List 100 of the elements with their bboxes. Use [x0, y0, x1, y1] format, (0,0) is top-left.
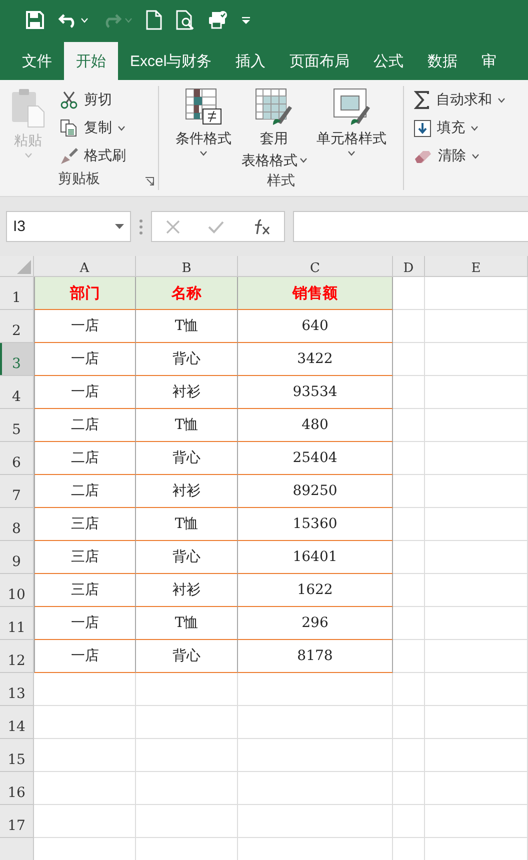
- ribbon-button[interactable]: 剪切: [56, 86, 130, 114]
- ribbon-button[interactable]: 填充: [410, 114, 509, 142]
- ribbon-tab[interactable]: 文件: [10, 42, 64, 80]
- cell-style-icon[interactable]: [332, 88, 370, 126]
- grid-cell[interactable]: [425, 772, 528, 805]
- grid-cell[interactable]: [238, 739, 393, 772]
- row-header[interactable]: 17: [0, 805, 34, 838]
- grid-cell[interactable]: [136, 772, 238, 805]
- grid-cell[interactable]: [425, 376, 528, 409]
- row-header[interactable]: 13: [0, 673, 34, 706]
- table-style-icon[interactable]: [255, 88, 293, 126]
- name-box[interactable]: I3: [6, 211, 131, 242]
- row-header[interactable]: 3: [0, 343, 34, 376]
- ribbon-button[interactable]: 复制: [56, 114, 130, 142]
- grid-cell[interactable]: [393, 772, 425, 805]
- grid-cell[interactable]: [393, 343, 425, 376]
- grid-cell[interactable]: [393, 739, 425, 772]
- ribbon-button[interactable]: 条件格式: [172, 86, 236, 172]
- grid-cell[interactable]: [425, 673, 528, 706]
- grid-cell[interactable]: [425, 541, 528, 574]
- grid-cell[interactable]: [393, 541, 425, 574]
- select-all-icon[interactable]: [17, 260, 31, 274]
- grid-cell[interactable]: [425, 640, 528, 673]
- ribbon-button[interactable]: 单元格样式: [312, 86, 390, 172]
- grid-cell[interactable]: [393, 277, 425, 310]
- grid-cell[interactable]: [34, 706, 136, 739]
- grid-cell[interactable]: [425, 277, 528, 310]
- grid-cell[interactable]: [238, 772, 393, 805]
- eraser-icon[interactable]: [414, 148, 432, 164]
- printer-icon[interactable]: [208, 11, 228, 29]
- ribbon-tab[interactable]: 审: [470, 42, 509, 80]
- grid-cell[interactable]: [393, 640, 425, 673]
- column-header[interactable]: E: [425, 256, 528, 277]
- sigma-icon[interactable]: [414, 91, 430, 109]
- column-header[interactable]: C: [238, 256, 393, 277]
- ribbon-button[interactable]: 套用 表格格式: [238, 86, 310, 172]
- ribbon-button[interactable]: 自动求和: [410, 86, 509, 114]
- grid-cell[interactable]: [136, 805, 238, 838]
- row-header[interactable]: 11: [0, 607, 34, 640]
- grid-cell[interactable]: [393, 508, 425, 541]
- grid-cell[interactable]: [425, 706, 528, 739]
- grid-cell[interactable]: [425, 409, 528, 442]
- ribbon-tab[interactable]: 公式: [362, 42, 416, 80]
- ribbon-button[interactable]: 格式刷: [56, 142, 130, 170]
- conditional-format-icon[interactable]: [184, 88, 222, 126]
- row-header[interactable]: 5: [0, 409, 34, 442]
- scissors-icon[interactable]: [60, 91, 78, 109]
- row-header[interactable]: 15: [0, 739, 34, 772]
- fill-down-icon[interactable]: [414, 120, 431, 136]
- grid-cell[interactable]: [393, 706, 425, 739]
- grid-cell[interactable]: [136, 706, 238, 739]
- row-header[interactable]: 14: [0, 706, 34, 739]
- row-header[interactable]: 7: [0, 475, 34, 508]
- row-header[interactable]: 9: [0, 541, 34, 574]
- row-header[interactable]: 4: [0, 376, 34, 409]
- row-header[interactable]: 10: [0, 574, 34, 607]
- grid-cell[interactable]: [393, 574, 425, 607]
- grid-cell[interactable]: [425, 310, 528, 343]
- grid-cell[interactable]: [393, 376, 425, 409]
- grid-cell[interactable]: [238, 673, 393, 706]
- grid-cell[interactable]: [425, 508, 528, 541]
- grid-cell[interactable]: [425, 739, 528, 772]
- row-header[interactable]: 8: [0, 508, 34, 541]
- insert-function-icon[interactable]: [252, 218, 270, 234]
- ribbon-tab[interactable]: 插入: [224, 42, 278, 80]
- grid-cell[interactable]: [34, 772, 136, 805]
- grid-cell[interactable]: [136, 739, 238, 772]
- grid-cell[interactable]: [238, 706, 393, 739]
- dropdown-icon[interactable]: [115, 224, 124, 229]
- dialog-launcher-icon[interactable]: [145, 177, 154, 186]
- column-header[interactable]: B: [136, 256, 238, 277]
- grid-cell[interactable]: [238, 805, 393, 838]
- grid-cell[interactable]: [393, 607, 425, 640]
- ribbon-button[interactable]: 清除: [410, 142, 509, 170]
- grid-cell[interactable]: [425, 475, 528, 508]
- grid-cell[interactable]: [136, 673, 238, 706]
- grid-cell[interactable]: [425, 607, 528, 640]
- grid-cell[interactable]: [393, 673, 425, 706]
- row-header[interactable]: 12: [0, 640, 34, 673]
- grid-cell[interactable]: [34, 673, 136, 706]
- print-preview-icon[interactable]: [176, 10, 194, 30]
- formula-input[interactable]: [293, 211, 528, 242]
- grid-cell[interactable]: [393, 409, 425, 442]
- grid-cell[interactable]: [393, 442, 425, 475]
- grid-cell[interactable]: [393, 310, 425, 343]
- row-header[interactable]: 1: [0, 277, 34, 310]
- row-header[interactable]: 6: [0, 442, 34, 475]
- save-icon[interactable]: [26, 11, 44, 29]
- ribbon-tab[interactable]: 开始: [64, 42, 118, 80]
- cancel-icon[interactable]: [166, 220, 180, 234]
- copy-icon[interactable]: [60, 119, 78, 137]
- row-header[interactable]: 2: [0, 310, 34, 343]
- grid-cell[interactable]: [425, 442, 528, 475]
- enter-icon[interactable]: [208, 220, 224, 234]
- column-header[interactable]: A: [34, 256, 136, 277]
- grid-cell[interactable]: [34, 739, 136, 772]
- grid-cell[interactable]: [425, 574, 528, 607]
- ribbon-tab[interactable]: 页面布局: [278, 42, 362, 80]
- grid-cell[interactable]: [425, 805, 528, 838]
- grid-cell[interactable]: [393, 475, 425, 508]
